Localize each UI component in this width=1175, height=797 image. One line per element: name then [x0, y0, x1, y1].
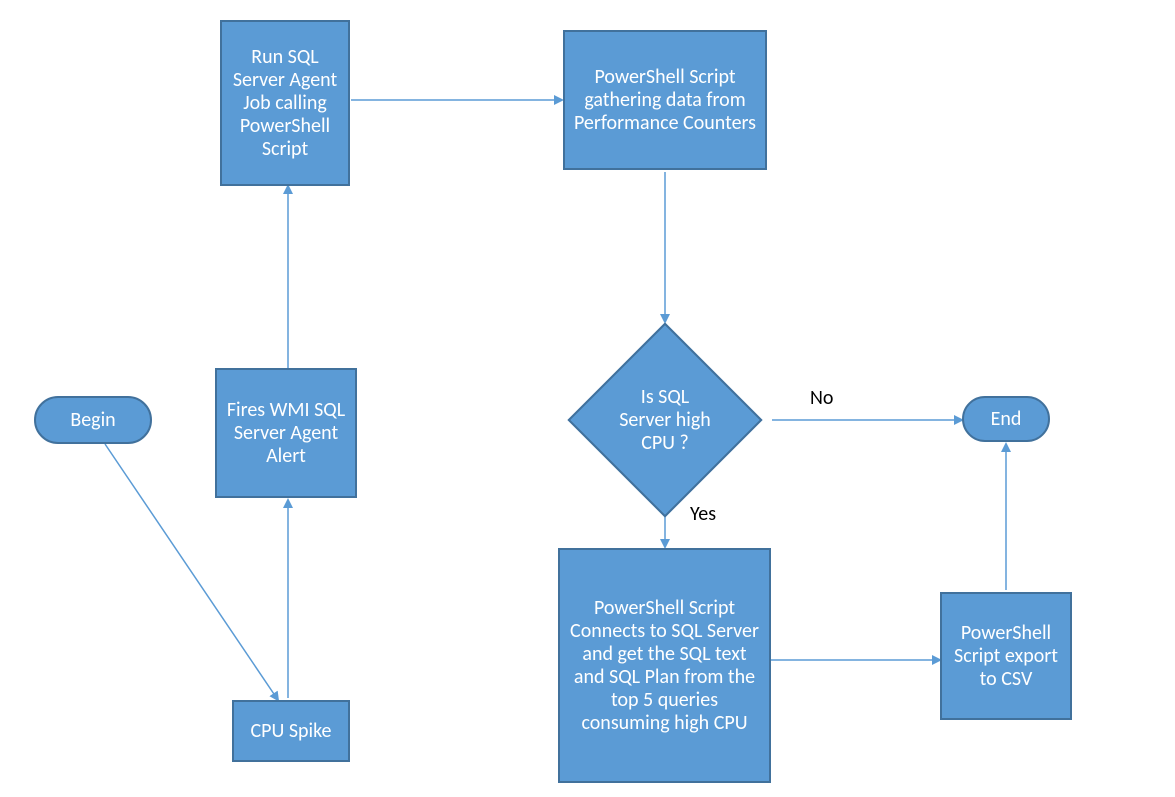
node-gather-perf: PowerShell Script gathering data from Pe…: [563, 30, 767, 170]
node-fires-alert: Fires WMI SQL Server Agent Alert: [215, 368, 357, 498]
node-end-label: End: [991, 408, 1022, 431]
decision-text: Is SQL Server high CPU ?: [615, 386, 715, 455]
node-begin: Begin: [34, 396, 152, 444]
flowchart-canvas: Begin CPU Spike Fires WMI SQL Server Age…: [0, 0, 1175, 797]
node-decision: Is SQL Server high CPU ?: [596, 351, 734, 489]
node-end: End: [962, 396, 1050, 442]
node-run-job: Run SQL Server Agent Job calling PowerSh…: [220, 20, 350, 186]
node-cpu-spike: CPU Spike: [232, 700, 350, 762]
edge-label-yes: Yes: [690, 502, 716, 526]
node-gather-perf-label: PowerShell Script gathering data from Pe…: [571, 66, 759, 135]
edge-label-no: No: [810, 386, 833, 410]
node-fires-alert-label: Fires WMI SQL Server Agent Alert: [223, 399, 349, 468]
node-begin-label: Begin: [70, 409, 115, 432]
node-cpu-spike-label: CPU Spike: [250, 720, 331, 743]
node-decision-label: Is SQL Server high CPU ?: [596, 351, 734, 489]
node-export-csv: PowerShell Script export to CSV: [940, 592, 1072, 720]
node-export-csv-label: PowerShell Script export to CSV: [948, 622, 1064, 691]
node-get-top5-label: PowerShell Script Connects to SQL Server…: [566, 597, 763, 735]
node-get-top5: PowerShell Script Connects to SQL Server…: [558, 548, 771, 783]
node-run-job-label: Run SQL Server Agent Job calling PowerSh…: [228, 46, 342, 161]
